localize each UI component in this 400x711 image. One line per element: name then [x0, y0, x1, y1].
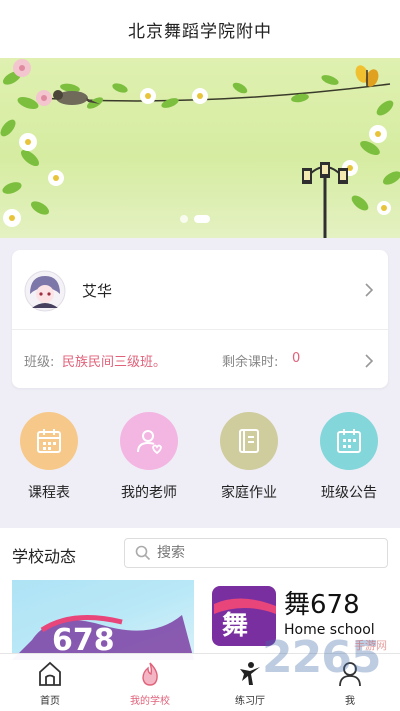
carousel-indicator[interactable]	[180, 215, 210, 223]
notebook-icon	[220, 412, 278, 470]
shortcut-grid: 课程表 我的老师 家庭作业 班级公告	[0, 398, 400, 518]
avatar-girl-icon	[24, 270, 66, 312]
tab-label: 我的学校	[130, 696, 170, 707]
avatar[interactable]	[24, 270, 66, 312]
carousel-dot-active[interactable]	[194, 215, 210, 223]
profile-name: 艾华	[82, 282, 113, 300]
carousel-dot[interactable]	[180, 215, 188, 223]
class-info-row[interactable]: 班级: 民族民间三级班。 剩余课时: 0	[12, 330, 388, 388]
brand-name: 舞678	[284, 590, 360, 620]
profile-row[interactable]: 艾华	[12, 250, 388, 330]
shortcut-class-notice[interactable]: 班级公告	[300, 398, 400, 518]
remaining-lessons-label: 剩余课时:	[222, 355, 279, 370]
flame-icon	[138, 661, 162, 687]
news-banner-image: 678	[12, 615, 194, 660]
lamp-post-icon	[302, 162, 348, 238]
banner-carousel[interactable]	[0, 58, 400, 238]
butterfly-icon	[355, 65, 379, 87]
banner-illustration	[0, 59, 400, 238]
watermark-subtitle: 手游网	[354, 639, 387, 652]
home-icon	[38, 661, 62, 687]
dancer-icon	[238, 661, 262, 687]
shortcut-label: 课程表	[28, 485, 70, 501]
search-input[interactable]	[157, 543, 377, 563]
shortcut-label: 我的老师	[121, 485, 177, 501]
shortcut-label: 家庭作业	[221, 485, 277, 501]
shortcut-my-teacher[interactable]: 我的老师	[100, 398, 200, 518]
shortcut-homework[interactable]: 家庭作业	[200, 398, 300, 518]
bird-icon	[53, 90, 100, 105]
page-title-text: 北京舞蹈学院附中	[128, 21, 272, 42]
tab-label: 我	[345, 696, 355, 707]
page-title: 北京舞蹈学院附中	[0, 0, 400, 58]
chevron-right-icon[interactable]	[362, 283, 376, 297]
calendar-list-icon	[320, 412, 378, 470]
tab-my-school[interactable]: 我的学校	[100, 654, 200, 711]
search-icon	[135, 545, 151, 565]
chevron-right-icon[interactable]	[362, 354, 376, 368]
shortcut-schedule[interactable]: 课程表	[0, 398, 100, 518]
teacher-icon	[120, 412, 178, 470]
class-value: 民族民间三级班。	[62, 355, 167, 370]
news-card-image[interactable]: 678	[12, 580, 194, 660]
shortcut-label: 班级公告	[321, 485, 377, 501]
class-label: 班级:	[24, 355, 55, 370]
tab-label: 练习厅	[235, 696, 265, 707]
svg-text:舞: 舞	[222, 611, 248, 641]
remaining-lessons-value: 0	[292, 351, 301, 366]
calendar-icon	[20, 412, 78, 470]
section-title: 学校动态	[12, 547, 77, 566]
tab-home[interactable]: 首页	[0, 654, 100, 711]
profile-card: 艾华 班级: 民族民间三级班。 剩余课时: 0	[12, 250, 388, 388]
search-box[interactable]	[124, 538, 388, 568]
tab-label: 首页	[40, 696, 60, 707]
